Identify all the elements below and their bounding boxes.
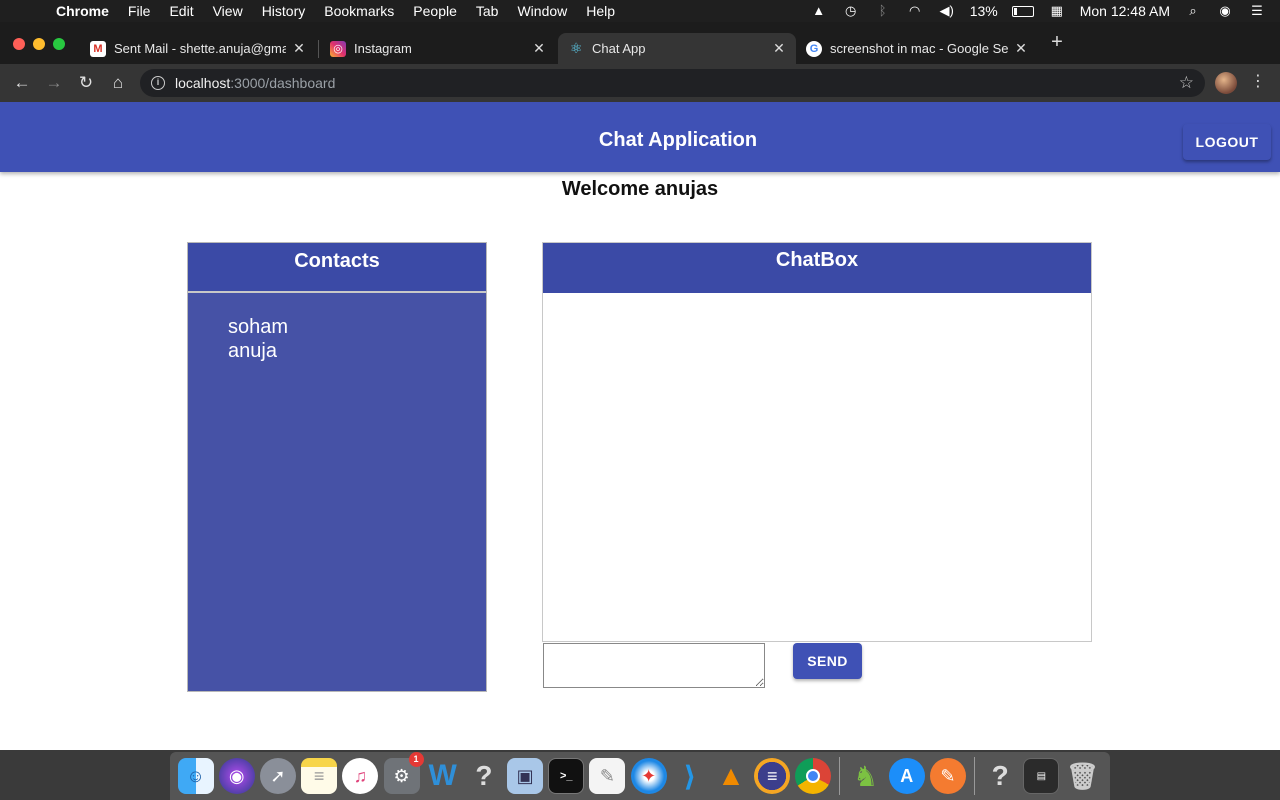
dock-divider (839, 757, 840, 795)
notification-center-icon[interactable]: ☰ (1248, 3, 1266, 19)
launchpad-icon[interactable]: ➚ (259, 758, 296, 794)
contact-item[interactable]: soham (228, 315, 288, 339)
battery-percent: 13% (969, 3, 998, 19)
itunes-icon[interactable]: ♫ (342, 758, 379, 794)
new-tab-icon[interactable]: + (1047, 31, 1067, 54)
contacts-title: Contacts (188, 243, 486, 293)
contacts-list: soham anuja (228, 315, 288, 363)
home-icon[interactable]: ⌂ (107, 72, 129, 94)
android-studio-icon[interactable]: ♞ (848, 758, 884, 794)
volume-icon[interactable]: ◀) (938, 3, 956, 19)
menu-help[interactable]: Help (586, 3, 615, 19)
time-machine-icon[interactable]: ◷ (842, 3, 860, 19)
safari-icon[interactable]: ✦ (630, 758, 667, 794)
welcome-message: Welcome anujas (561, 178, 719, 200)
tab-divider (318, 40, 319, 58)
word-icon[interactable]: W (425, 758, 461, 794)
minimize-window-button[interactable] (33, 38, 45, 50)
vscode-icon[interactable]: ⟩ (672, 758, 708, 794)
close-window-button[interactable] (13, 38, 25, 50)
menu-tab[interactable]: Tab (476, 3, 499, 19)
notes-icon[interactable]: ≡ (301, 758, 338, 794)
tab-title: Sent Mail - shette.anuja@gmail.com (114, 41, 286, 56)
system-preferences-icon[interactable]: ⚙ 1 (383, 752, 424, 794)
tab-gmail[interactable]: M Sent Mail - shette.anuja@gmail.com ✕ (80, 33, 316, 64)
profile-avatar[interactable] (1215, 72, 1237, 94)
contact-item[interactable]: anuja (228, 339, 288, 363)
wifi-icon[interactable]: ◠ (906, 3, 924, 19)
menu-window[interactable]: Window (517, 3, 567, 19)
textedit-icon[interactable]: ✎ (589, 758, 626, 794)
tab-instagram[interactable]: ◎ Instagram ✕ (320, 33, 556, 64)
site-info-icon[interactable]: i (151, 76, 165, 90)
contacts-panel: Contacts soham anuja (187, 242, 487, 692)
instagram-icon: ◎ (330, 40, 346, 57)
tab-title: Instagram (354, 41, 412, 56)
menu-extras: ▲ ◷ ᛒ ◠ ◀) 13% ▦ Mon 12:48 AM ⌕ ◉ ☰ (810, 0, 1280, 22)
gmail-icon: M (90, 40, 106, 57)
macos-dock: ☺ ◉ ➚ ≡ ♫ ⚙ 1 W ? ▣ >_ ✎ ✦ ⟩ ▲ ≡ ♞ A ✎ ? … (170, 752, 1110, 800)
unknown-file-icon[interactable]: ? (982, 758, 1018, 794)
tab-title: screenshot in mac - Google Search (830, 41, 1008, 56)
app-title: Chat Application (598, 129, 758, 151)
spotlight-search-icon[interactable]: ⌕ (1184, 3, 1202, 19)
app-store-icon[interactable]: A (888, 758, 925, 794)
tab-google-search[interactable]: G screenshot in mac - Google Search ✕ (796, 33, 1038, 64)
app-header: Chat Application LOGOUT (0, 102, 1280, 172)
chrome-icon[interactable] (795, 758, 832, 794)
tab-title: Chat App (592, 41, 646, 56)
menu-people[interactable]: People (413, 3, 457, 19)
menu-app-name[interactable]: Chrome (56, 3, 109, 19)
browser-tab-strip: M Sent Mail - shette.anuja@gmail.com ✕ ◎… (0, 22, 1280, 64)
preview-icon[interactable]: ▣ (507, 758, 544, 794)
bluetooth-icon[interactable]: ᛒ (874, 3, 892, 19)
close-tab-icon[interactable]: ✕ (1014, 40, 1028, 57)
chrome-menu-icon[interactable]: ⋮ (1250, 71, 1266, 91)
siri-icon[interactable]: ◉ (1216, 3, 1234, 19)
address-bar[interactable]: i localhost:3000/dashboard ☆ (140, 69, 1205, 97)
battery-icon[interactable] (1011, 5, 1034, 17)
finder-icon[interactable]: ☺ (177, 758, 214, 794)
close-tab-icon[interactable]: ✕ (532, 40, 546, 57)
bookmark-star-icon[interactable]: ☆ (1179, 73, 1194, 93)
notification-badge: 1 (408, 752, 424, 767)
address-host: localhost (175, 75, 231, 91)
input-source-icon[interactable]: ▦ (1048, 3, 1066, 19)
menu-view[interactable]: View (213, 3, 243, 19)
back-arrow-icon[interactable]: ← (11, 72, 33, 94)
react-icon: ⚛ (569, 40, 583, 56)
menu-clock[interactable]: Mon 12:48 AM (1080, 3, 1170, 19)
dock-divider (973, 757, 975, 795)
chatbox-panel: ChatBox (542, 242, 1092, 642)
logout-button[interactable]: LOGOUT (1183, 124, 1271, 160)
unknown-app-icon[interactable]: ? (466, 758, 502, 794)
maximize-window-button[interactable] (53, 38, 65, 50)
reload-icon[interactable]: ↻ (75, 72, 97, 94)
menu-file[interactable]: File (128, 3, 151, 19)
eclipse-icon[interactable]: ≡ (754, 758, 791, 794)
send-button[interactable]: SEND (793, 643, 862, 679)
web-page: Chat Application LOGOUT Welcome anujas C… (0, 102, 1280, 750)
message-input[interactable] (543, 643, 765, 688)
pages-icon[interactable]: ✎ (929, 758, 966, 794)
browser-toolbar: ← → ↻ ⌂ i localhost:3000/dashboard ☆ ⋮ (0, 64, 1280, 102)
tab-chat-app[interactable]: ⚛ Chat App ✕ (558, 33, 796, 64)
terminal-icon[interactable]: >_ (548, 758, 585, 794)
screenshot-file-icon[interactable]: ▤ (1023, 758, 1060, 794)
menu-bookmarks[interactable]: Bookmarks (324, 3, 394, 19)
forward-arrow-icon[interactable]: → (43, 72, 65, 94)
siri-icon[interactable]: ◉ (218, 758, 255, 794)
macos-menu-bar: Chrome File Edit View History Bookmarks … (0, 0, 1280, 22)
chatbox-title: ChatBox (543, 243, 1091, 293)
google-icon: G (806, 40, 822, 57)
address-path: :3000/dashboard (230, 75, 336, 91)
close-tab-icon[interactable]: ✕ (772, 40, 786, 57)
menu-history[interactable]: History (262, 3, 306, 19)
close-tab-icon[interactable]: ✕ (292, 40, 306, 57)
vlc-icon[interactable]: ▲ (713, 758, 749, 794)
menu-edit[interactable]: Edit (169, 3, 193, 19)
vlc-menu-icon[interactable]: ▲ (810, 3, 828, 19)
trash-icon[interactable]: 🗑 (1065, 758, 1101, 794)
